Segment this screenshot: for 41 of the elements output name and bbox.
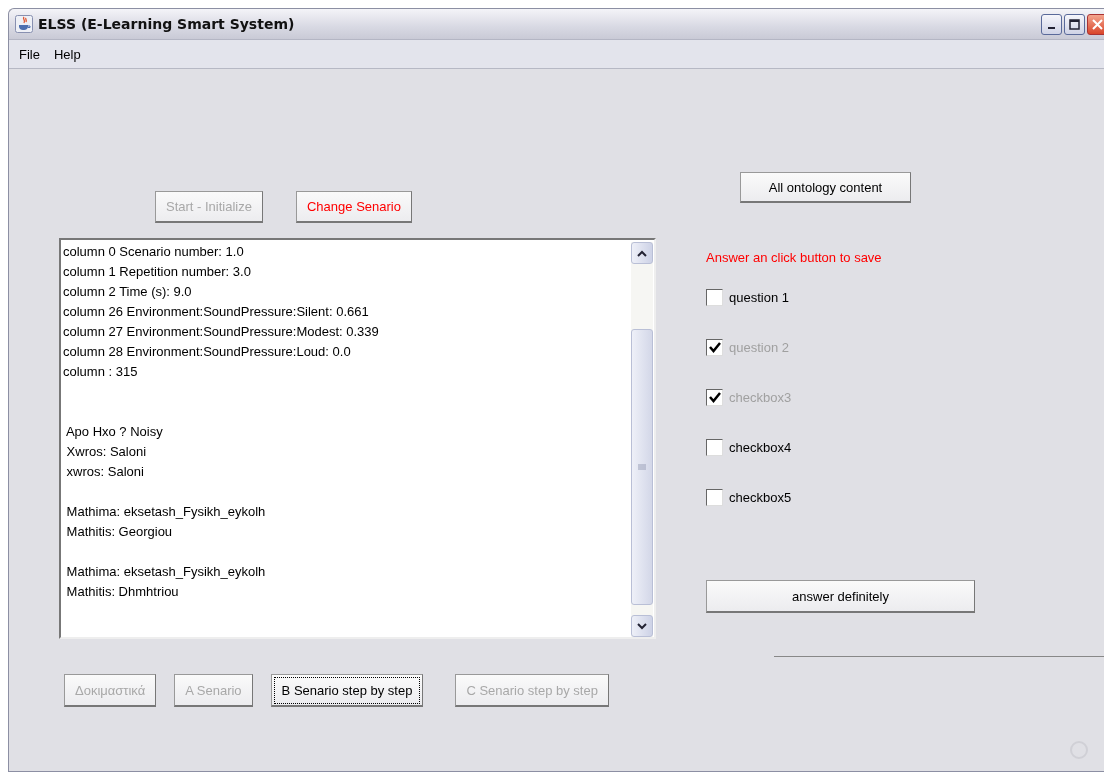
scrollbar[interactable] <box>631 242 653 637</box>
log-line: column : 315 <box>63 363 139 381</box>
cup-icon <box>15 15 33 33</box>
checkbox[interactable] <box>706 438 723 456</box>
output-text-area[interactable] <box>59 238 656 639</box>
checkbox[interactable] <box>706 288 723 306</box>
log-line: Mathima: eksetash_Fysikh_eykolh <box>65 563 267 581</box>
scroll-up-button[interactable] <box>631 242 653 264</box>
button[interactable]: Change Senario <box>296 191 412 223</box>
maximize-button[interactable] <box>1064 13 1085 35</box>
close-button[interactable] <box>1087 13 1104 35</box>
checkbox-label[interactable]: question 1 <box>729 289 789 305</box>
log-line: Mathima: eksetash_Fysikh_eykolh <box>65 503 267 521</box>
ontology-button[interactable]: All ontology content <box>740 172 911 203</box>
log-line: column 28 Environment:SoundPressure:Loud: 0.0 <box>63 343 352 361</box>
checkbox-label[interactable]: checkbox4 <box>729 439 792 455</box>
menu-item[interactable]: Help <box>48 44 86 64</box>
scroll-thumb[interactable] <box>631 329 653 605</box>
log-line: Apo Hxo ? Noisy <box>64 423 164 441</box>
instruction-text: Answer an click button to save <box>706 250 883 265</box>
scroll-down-button[interactable] <box>631 615 653 637</box>
grip-icon <box>638 463 646 471</box>
answer-button[interactable]: answer definitely <box>706 580 975 613</box>
log-line: Xwros: Saloni <box>65 443 148 461</box>
log-line: column 26 Environment:SoundPressure:Silent: 0.661 <box>63 303 370 321</box>
maximize-icon <box>1069 18 1080 30</box>
log-line: Mathitis: Dhmhtriou <box>65 583 180 601</box>
minimize-icon <box>1048 27 1055 29</box>
button[interactable]: B Senario step by step <box>270 674 424 707</box>
checkbox[interactable] <box>706 488 723 506</box>
log-line: column 2 Time (s): 9.0 <box>63 283 193 301</box>
log-line: Mathitis: Georgiou <box>65 523 174 541</box>
log-line: column 1 Repetition number: 3.0 <box>63 263 252 281</box>
log-line: column 0 Scenario number: 1.0 <box>63 243 245 261</box>
close-icon <box>1092 18 1103 30</box>
checkbox-label[interactable]: checkbox5 <box>729 489 792 505</box>
log-line: xwros: Saloni <box>65 463 145 481</box>
menu-item[interactable]: File <box>14 44 45 64</box>
minimize-button[interactable] <box>1041 13 1062 35</box>
log-line: column 27 Environment:SoundPressure:Modest: 0.339 <box>63 323 380 341</box>
window-title: ELSS (E-Learning Smart System) <box>38 16 296 32</box>
